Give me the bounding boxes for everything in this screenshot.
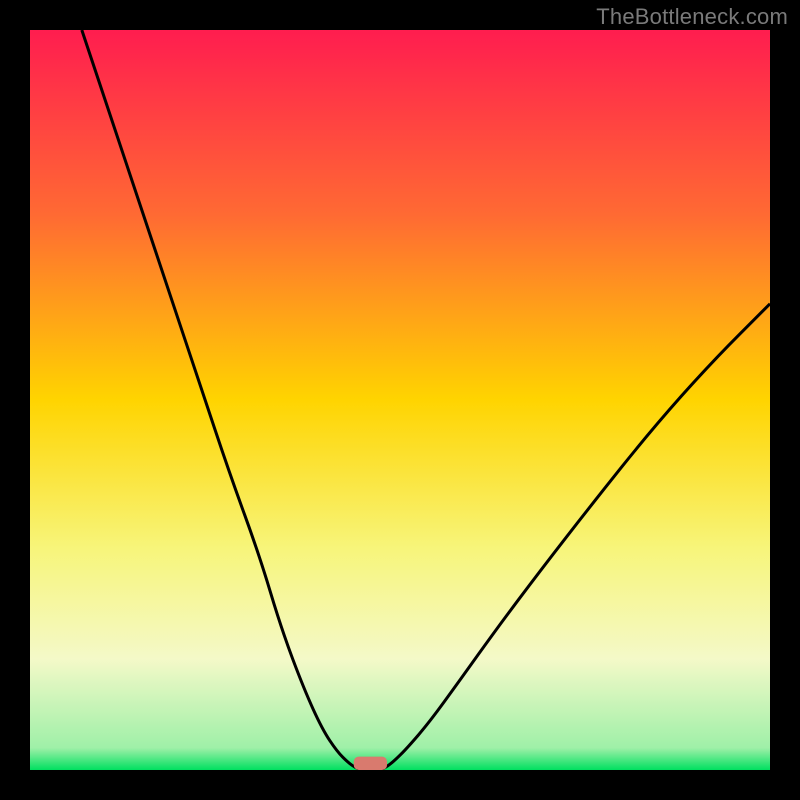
plot-area bbox=[30, 30, 770, 770]
chart-frame: TheBottleneck.com bbox=[0, 0, 800, 800]
chart-svg bbox=[30, 30, 770, 770]
watermark-text: TheBottleneck.com bbox=[596, 4, 788, 30]
gradient-background bbox=[30, 30, 770, 770]
valley-marker bbox=[354, 757, 387, 770]
